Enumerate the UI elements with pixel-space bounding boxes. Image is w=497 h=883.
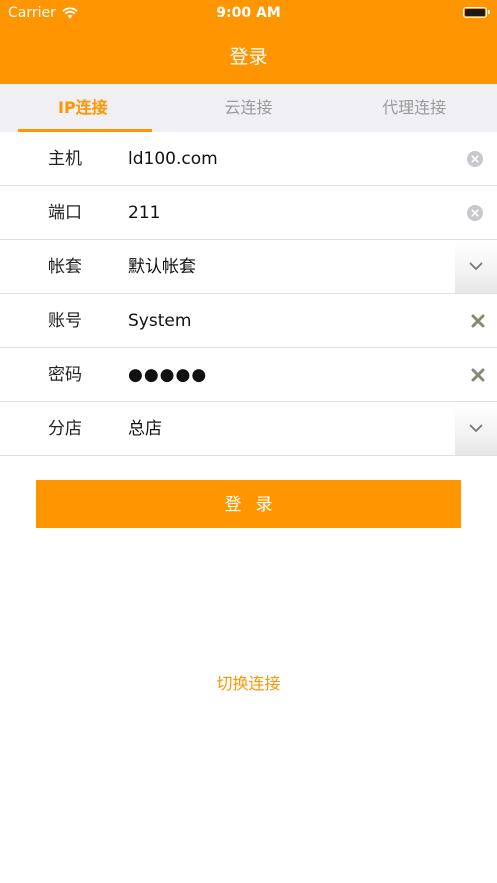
account-set-row: 帐套 默认帐套 bbox=[0, 240, 497, 294]
port-row: 端口 211 bbox=[0, 186, 497, 240]
host-label: 主机 bbox=[48, 149, 82, 169]
tab-ip-connection[interactable]: IP连接 bbox=[0, 84, 166, 132]
switch-connection-label[interactable]: 切换连接 bbox=[216, 674, 280, 693]
port-input[interactable]: 211 bbox=[128, 186, 160, 240]
port-label: 端口 bbox=[48, 203, 82, 223]
account-set-label: 帐套 bbox=[48, 257, 82, 277]
branch-select[interactable]: 总店 bbox=[128, 402, 162, 456]
tab-label: IP连接 bbox=[57, 98, 108, 117]
password-label: 密码 bbox=[48, 365, 82, 385]
username-row: 账号 System bbox=[0, 294, 497, 348]
tab-label: 云连接 bbox=[224, 98, 273, 117]
clear-circle-icon[interactable] bbox=[467, 205, 483, 221]
host-row: 主机 ld100.com bbox=[0, 132, 497, 186]
page-title: 登录 bbox=[229, 46, 268, 68]
username-input[interactable]: System bbox=[128, 294, 191, 348]
x-icon[interactable] bbox=[471, 368, 485, 382]
status-time: 9:00 AM bbox=[216, 5, 281, 21]
status-bar: Carrier 9:00 AM bbox=[0, 0, 497, 26]
connection-tabs: IP连接 云连接 代理连接 bbox=[0, 84, 497, 132]
login-form: 主机 ld100.com 端口 211 帐套 默认帐套 账号 System 密码… bbox=[0, 132, 497, 456]
tab-label: 代理连接 bbox=[382, 98, 447, 117]
x-icon[interactable] bbox=[471, 314, 485, 328]
switch-connection-link: 切换连接 bbox=[0, 670, 497, 694]
account-set-select[interactable]: 默认帐套 bbox=[128, 240, 196, 294]
username-label: 账号 bbox=[48, 311, 82, 331]
login-button[interactable]: 登录 bbox=[36, 480, 461, 528]
chevron-down-icon[interactable] bbox=[455, 240, 497, 293]
password-row: 密码 ●●●●● bbox=[0, 348, 497, 402]
tab-proxy-connection[interactable]: 代理连接 bbox=[331, 84, 497, 132]
chevron-down-icon[interactable] bbox=[455, 402, 497, 455]
app-header: Carrier 9:00 AM 登录 bbox=[0, 0, 497, 84]
clear-circle-icon[interactable] bbox=[467, 151, 483, 167]
host-input[interactable]: ld100.com bbox=[128, 132, 218, 186]
branch-row: 分店 总店 bbox=[0, 402, 497, 456]
branch-label: 分店 bbox=[48, 419, 82, 439]
password-input[interactable]: ●●●●● bbox=[128, 348, 207, 402]
tab-cloud-connection[interactable]: 云连接 bbox=[166, 84, 332, 132]
battery-icon bbox=[463, 7, 490, 18]
